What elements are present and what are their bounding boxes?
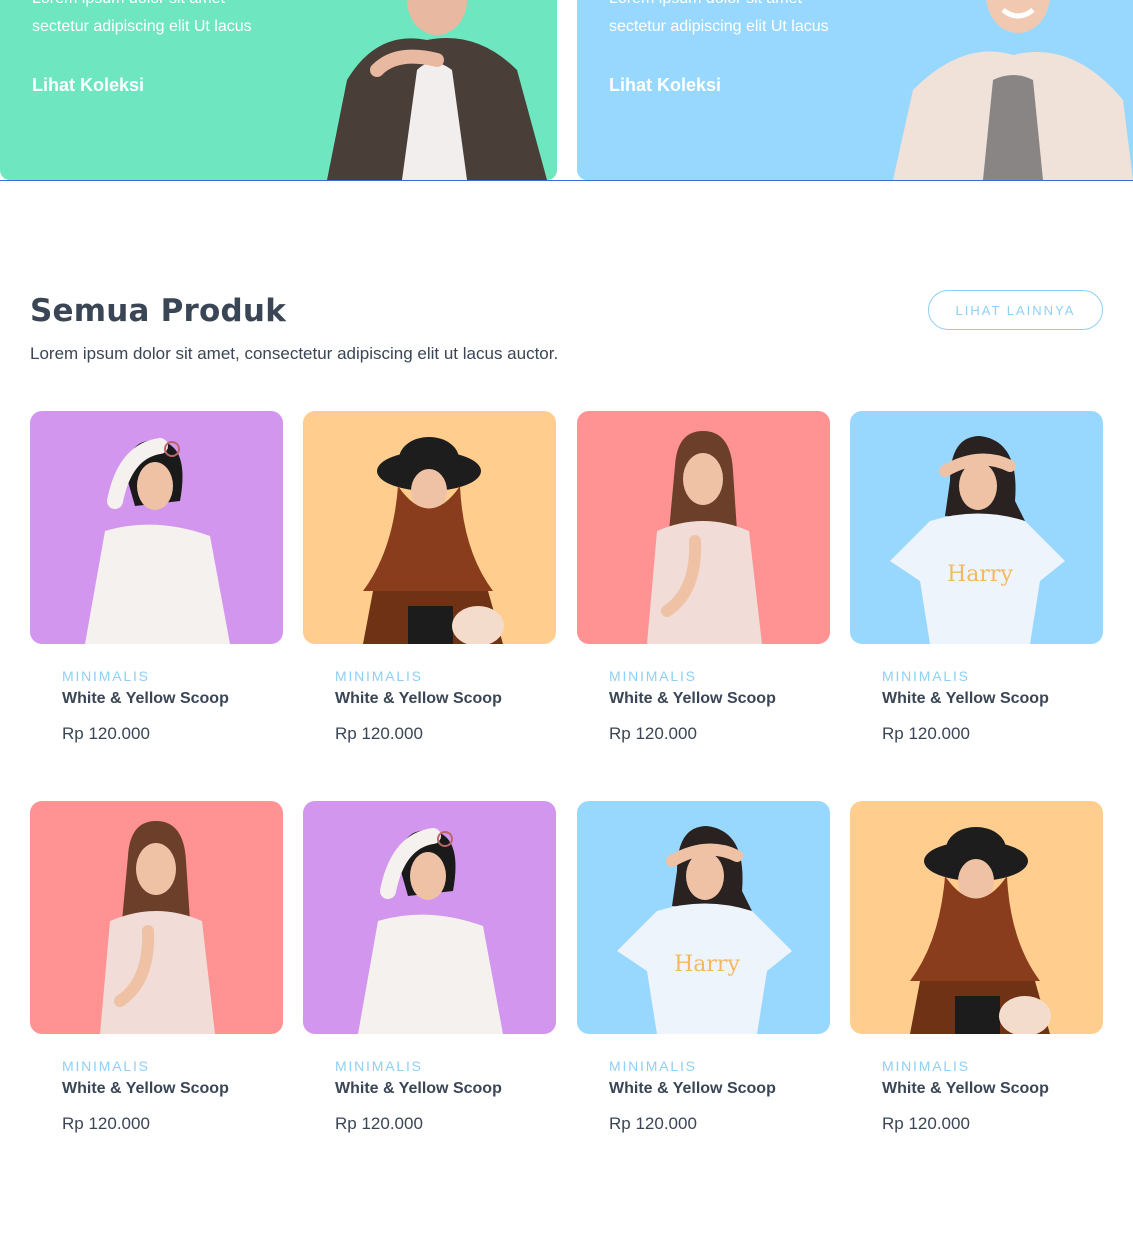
product-card[interactable]: MINIMALIS White & Yellow Scoop Rp 120.000 [30,801,283,1134]
product-image[interactable] [850,801,1103,1034]
product-price: Rp 120.000 [335,1114,423,1133]
product-name[interactable]: White & Yellow Scoop [62,690,283,708]
product-price: Rp 120.000 [62,724,150,743]
product-card[interactable]: Harry MINIMALIS White & Yellow Scoop Rp 120… [850,411,1103,744]
svg-text:Harry: Harry [674,952,740,977]
banner-text-line-2: sectetur adipiscing elit Ut lacus [32,18,252,35]
banner-model-image [893,0,1133,180]
product-name[interactable]: White & Yellow Scoop [882,1080,1103,1098]
product-category: MINIMALIS [609,668,697,684]
product-image[interactable]: Harry [850,411,1103,644]
product-name[interactable]: White & Yellow Scoop [882,690,1103,708]
product-image[interactable] [577,411,830,644]
product-card[interactable]: MINIMALIS White & Yellow Scoop Rp 120.000 [303,801,556,1134]
view-collection-link[interactable]: Lihat Koleksi [32,75,144,96]
product-image[interactable] [303,411,556,644]
svg-text:Harry: Harry [947,562,1013,587]
product-card[interactable]: MINIMALIS White & Yellow Scoop Rp 120.000 [30,411,283,744]
product-category: MINIMALIS [609,1058,697,1074]
banner-model-image [327,0,547,180]
product-card[interactable]: Harry MINIMALIS White & Yellow Scoop Rp 120… [577,801,830,1134]
page-title: Semua Produk [30,293,287,329]
product-category: MINIMALIS [62,1058,150,1074]
product-price: Rp 120.000 [609,1114,697,1133]
view-more-button[interactable]: LIHAT LAINNYA [928,290,1103,330]
product-category: MINIMALIS [335,668,423,684]
divider [0,180,1133,181]
product-category: MINIMALIS [62,668,150,684]
view-collection-link[interactable]: Lihat Koleksi [609,75,721,96]
banner-text-line-1: Lorem ipsum dolor sit amet [32,0,225,10]
product-category: MINIMALIS [882,1058,970,1074]
product-card[interactable]: MINIMALIS White & Yellow Scoop Rp 120.000 [850,801,1103,1134]
product-price: Rp 120.000 [882,1114,970,1133]
product-price: Rp 120.000 [882,724,970,743]
product-image[interactable] [30,801,283,1034]
banner-text-line-2: sectetur adipiscing elit Ut lacus [609,18,829,35]
product-name[interactable]: White & Yellow Scoop [62,1080,283,1098]
product-name[interactable]: White & Yellow Scoop [609,690,830,708]
section-description: Lorem ipsum dolor sit amet, consectetur … [30,344,559,363]
product-name[interactable]: White & Yellow Scoop [609,1080,830,1098]
product-category: MINIMALIS [882,668,970,684]
product-image[interactable] [303,801,556,1034]
product-price: Rp 120.000 [335,724,423,743]
collection-banner-1: Lorem ipsum dolor sit amet sectetur adip… [0,0,557,180]
product-price: Rp 120.000 [62,1114,150,1133]
product-image[interactable] [30,411,283,644]
product-category: MINIMALIS [335,1058,423,1074]
product-name[interactable]: White & Yellow Scoop [335,690,556,708]
banner-text-line-1: Lorem ipsum dolor sit amet [609,0,802,10]
product-card[interactable]: MINIMALIS White & Yellow Scoop Rp 120.000 [577,411,830,744]
product-card[interactable]: MINIMALIS White & Yellow Scoop Rp 120.000 [303,411,556,744]
collection-banner-2: Lorem ipsum dolor sit amet sectetur adip… [577,0,1133,180]
product-name[interactable]: White & Yellow Scoop [335,1080,556,1098]
product-image[interactable]: Harry [577,801,830,1034]
product-price: Rp 120.000 [609,724,697,743]
